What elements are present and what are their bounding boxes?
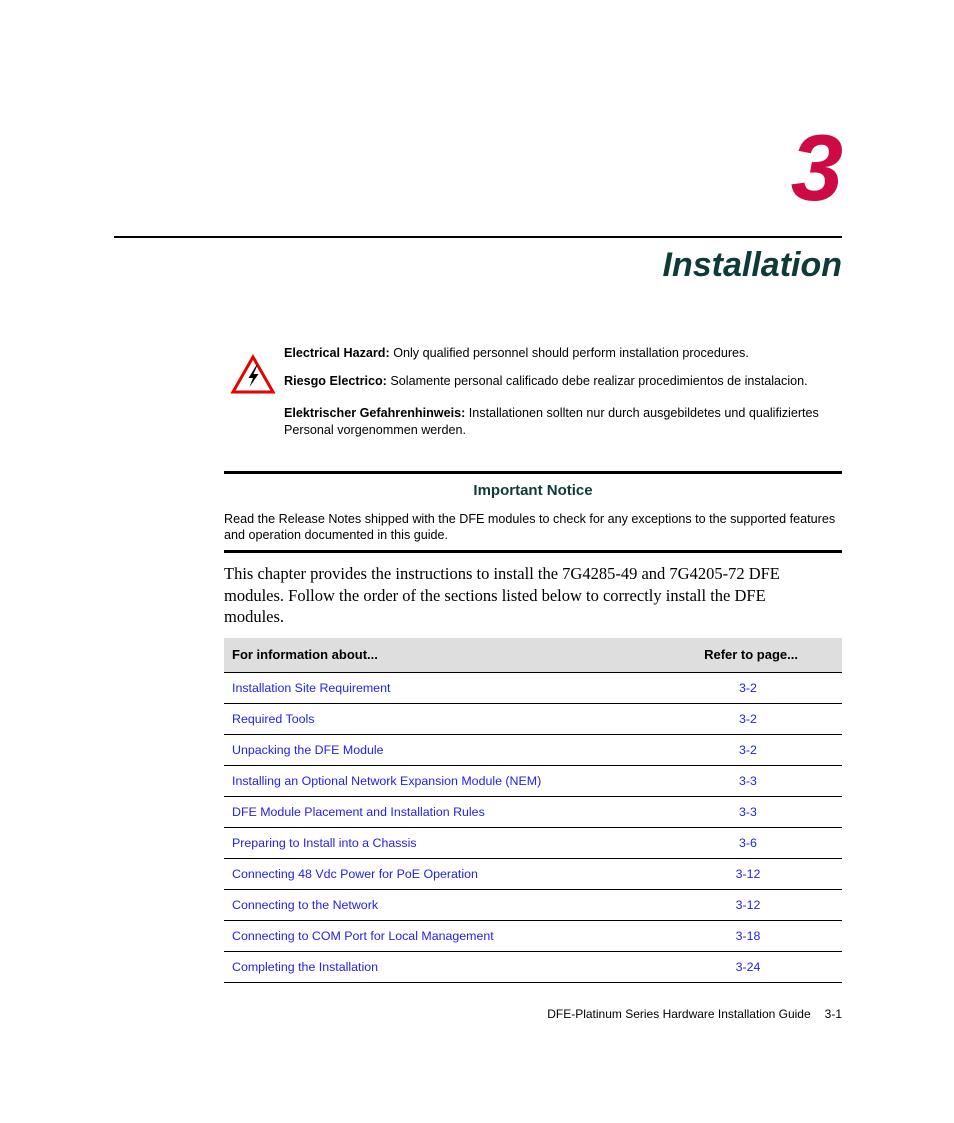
table-cell-page[interactable]: 3-6 bbox=[654, 827, 842, 859]
toc-link[interactable]: Connecting to the Network bbox=[232, 898, 378, 912]
chapter-title: Installation bbox=[662, 246, 842, 284]
table-cell-topic[interactable]: Connecting 48 Vdc Power for PoE Operatio… bbox=[224, 858, 654, 890]
table-row: Installing an Optional Network Expansion… bbox=[224, 765, 842, 797]
toc-link[interactable]: Completing the Installation bbox=[232, 960, 378, 974]
table-cell-topic[interactable]: Preparing to Install into a Chassis bbox=[224, 827, 654, 859]
table-cell-page[interactable]: 3-2 bbox=[654, 672, 842, 704]
toc-link[interactable]: Installing an Optional Network Expansion… bbox=[232, 774, 541, 788]
table-row: Unpacking the DFE Module 3-2 bbox=[224, 734, 842, 766]
table-cell-topic[interactable]: Required Tools bbox=[224, 703, 654, 735]
table-row: Connecting 48 Vdc Power for PoE Operatio… bbox=[224, 858, 842, 890]
table-cell-topic[interactable]: Completing the Installation bbox=[224, 951, 654, 983]
toc-link[interactable]: Unpacking the DFE Module bbox=[232, 743, 384, 757]
table-cell-topic[interactable]: Unpacking the DFE Module bbox=[224, 734, 654, 766]
warning-paragraph-en: Electrical Hazard: Only qualified person… bbox=[284, 345, 842, 362]
table-cell-page[interactable]: 3-2 bbox=[654, 734, 842, 766]
table-cell-page[interactable]: 3-24 bbox=[654, 951, 842, 983]
warning-paragraph-es: Riesgo Electrico: Solamente personal cal… bbox=[284, 373, 842, 390]
table-row: Completing the Installation 3-24 bbox=[224, 951, 842, 983]
chapter-intro-paragraph: This chapter provides the instructions t… bbox=[224, 564, 780, 626]
notice-body: Read the Release Notes shipped with the … bbox=[224, 512, 836, 542]
toc-link[interactable]: Preparing to Install into a Chassis bbox=[232, 836, 417, 850]
toc-link[interactable]: Connecting to COM Port for Local Managem… bbox=[232, 929, 494, 943]
table-cell-topic[interactable]: Connecting to the Network bbox=[224, 889, 654, 921]
table-cell-page[interactable]: 3-2 bbox=[654, 703, 842, 735]
table-cell-page[interactable]: 3-12 bbox=[654, 858, 842, 890]
chapter-contents-table: For information about... Refer to page..… bbox=[224, 638, 842, 983]
notice-heading: Important Notice bbox=[473, 482, 593, 499]
table-cell-topic[interactable]: Installing an Optional Network Expansion… bbox=[224, 765, 654, 797]
warning-body-en: Only qualified personnel should perform … bbox=[389, 346, 749, 360]
footer-guide-title: DFE-Platinum Series Hardware Installatio… bbox=[547, 1007, 811, 1021]
chapter-divider-rule bbox=[114, 236, 842, 238]
table-cell-page[interactable]: 3-12 bbox=[654, 889, 842, 921]
table-row: Installation Site Requirement 3-2 bbox=[224, 672, 842, 704]
toc-link[interactable]: Installation Site Requirement bbox=[232, 681, 390, 695]
warning-body-es: Solamente personal calificado debe reali… bbox=[386, 373, 808, 388]
table-cell-page[interactable]: 3-18 bbox=[654, 920, 842, 952]
table-row: Preparing to Install into a Chassis 3-6 bbox=[224, 827, 842, 859]
electrical-hazard-warning: Electrical Hazard: Only qualified person… bbox=[224, 345, 842, 438]
electrical-hazard-triangle-icon bbox=[230, 353, 276, 395]
table-header-row: For information about... Refer to page..… bbox=[224, 638, 842, 673]
table-cell-topic[interactable]: DFE Module Placement and Installation Ru… bbox=[224, 796, 654, 828]
table-row: Connecting to the Network 3-12 bbox=[224, 889, 842, 921]
page-footer: DFE-Platinum Series Hardware Installatio… bbox=[114, 1006, 842, 1022]
document-page: 3 Installation Electrical Hazard: Only q… bbox=[0, 0, 954, 1123]
table-header: For information about... Refer to page..… bbox=[224, 638, 842, 673]
table-body: Installation Site Requirement 3-2 Requir… bbox=[224, 672, 842, 983]
chapter-number: 3 bbox=[790, 115, 843, 220]
toc-link[interactable]: DFE Module Placement and Installation Ru… bbox=[232, 805, 485, 819]
warning-label-es: Riesgo Electrico: bbox=[284, 373, 387, 388]
table-cell-topic[interactable]: Installation Site Requirement bbox=[224, 672, 654, 704]
important-notice-block: Important Notice Read the Release Notes … bbox=[224, 471, 842, 553]
table-row: DFE Module Placement and Installation Ru… bbox=[224, 796, 842, 828]
toc-link[interactable]: Connecting 48 Vdc Power for PoE Operatio… bbox=[232, 867, 478, 881]
table-row: Connecting to COM Port for Local Managem… bbox=[224, 920, 842, 952]
footer-page-number: 3-1 bbox=[824, 1007, 842, 1021]
table-cell-page[interactable]: 3-3 bbox=[654, 796, 842, 828]
warning-text-group: Electrical Hazard: Only qualified person… bbox=[284, 345, 842, 438]
warning-label-de: Elektrischer Gefahrenhinweis: bbox=[284, 406, 466, 420]
notice-bottom-rule bbox=[224, 550, 842, 553]
table-cell-topic[interactable]: Connecting to COM Port for Local Managem… bbox=[224, 920, 654, 952]
column-header-information: For information about... bbox=[224, 638, 654, 673]
warning-paragraph-de: Elektrischer Gefahrenhinweis: Installati… bbox=[284, 405, 842, 438]
column-header-page: Refer to page... bbox=[654, 638, 842, 673]
table-row: Required Tools 3-2 bbox=[224, 703, 842, 735]
warning-label-en: Electrical Hazard: bbox=[284, 346, 390, 360]
toc-link[interactable]: Required Tools bbox=[232, 712, 314, 726]
table-cell-page[interactable]: 3-3 bbox=[654, 765, 842, 797]
